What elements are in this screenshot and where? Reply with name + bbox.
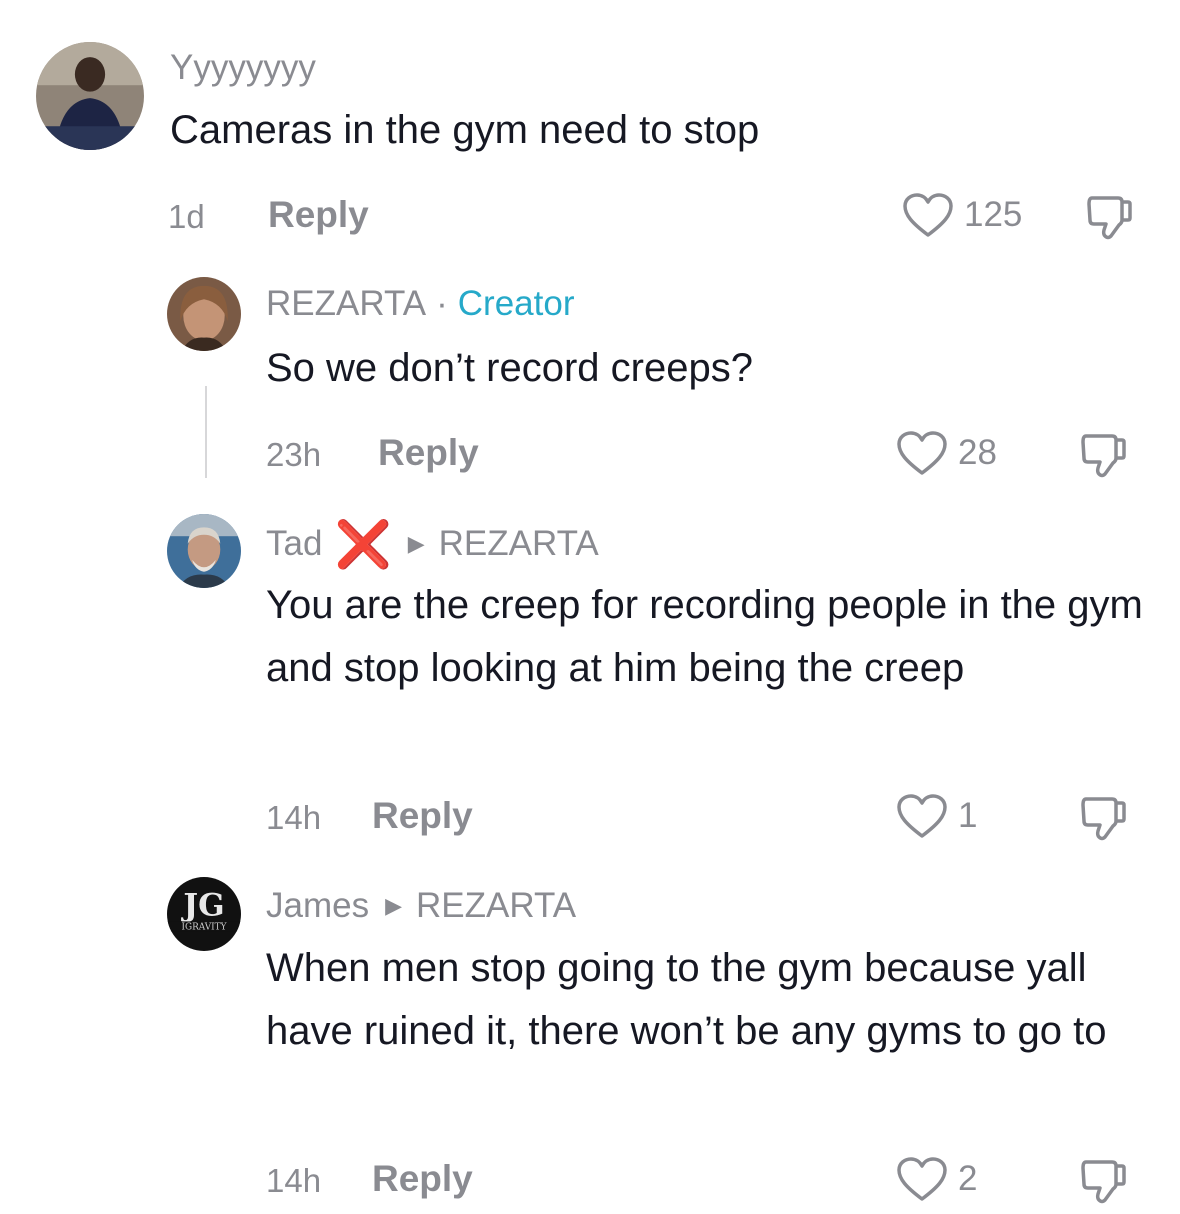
like-count: 2: [958, 1159, 978, 1198]
avatar-image: [36, 42, 144, 150]
comment-text: When men stop going to the gym because y…: [266, 946, 1107, 1053]
heart-outline-icon: [897, 1157, 947, 1201]
triangle-right-icon: ▶: [407, 531, 425, 556]
timestamp: 14h: [266, 1162, 322, 1199]
username[interactable]: Tad ❌ ▶ REZARTA: [266, 521, 599, 567]
thread-line: [205, 386, 207, 478]
creator-badge: Creator: [457, 284, 575, 323]
username[interactable]: Yyyyyyyy: [170, 48, 316, 88]
thumbs-down-icon[interactable]: [1084, 192, 1134, 242]
avatar[interactable]: [36, 42, 144, 150]
svg-text:JG: JG: [180, 887, 224, 923]
reply-button[interactable]: Reply: [372, 795, 473, 837]
heart-outline-icon: [903, 193, 953, 237]
reply-button[interactable]: Reply: [378, 432, 479, 474]
separator-dot: ·: [436, 284, 448, 323]
reply-to-username[interactable]: REZARTA: [439, 524, 599, 564]
red-x-emoji: ❌: [334, 518, 392, 570]
like-button[interactable]: 1: [896, 793, 977, 839]
comment-text: You are the creep for recording people i…: [266, 583, 1143, 690]
comment-text: Cameras in the gym need to stop: [170, 108, 760, 152]
avatar-image: [167, 277, 241, 351]
like-count: 125: [964, 195, 1023, 234]
avatar-image: [167, 514, 241, 588]
avatar-image: JG IGRAVITY: [167, 877, 241, 951]
comment-text: So we don’t record creeps?: [266, 346, 753, 390]
heart-outline-icon: [897, 431, 947, 475]
svg-text:IGRAVITY: IGRAVITY: [182, 923, 227, 933]
timestamp: 1d: [168, 198, 205, 235]
thumbs-down-icon[interactable]: [1078, 1156, 1128, 1206]
like-button[interactable]: 28: [896, 430, 997, 476]
like-button[interactable]: 2: [896, 1156, 977, 1202]
thumbs-down-icon[interactable]: [1078, 430, 1128, 480]
thumbs-down-icon[interactable]: [1078, 793, 1128, 843]
timestamp: 14h: [266, 799, 322, 836]
avatar[interactable]: [167, 277, 241, 351]
like-count: 28: [958, 433, 997, 472]
triangle-right-icon: ▶: [385, 893, 403, 918]
avatar[interactable]: JG IGRAVITY: [167, 877, 241, 951]
reply-to-username[interactable]: REZARTA: [416, 886, 576, 926]
timestamp: 23h: [266, 436, 322, 473]
username[interactable]: REZARTA · Creator: [266, 284, 575, 324]
avatar[interactable]: [167, 514, 241, 588]
like-count: 1: [958, 796, 978, 835]
reply-button[interactable]: Reply: [372, 1158, 473, 1200]
like-button[interactable]: 125: [902, 192, 1022, 238]
reply-button[interactable]: Reply: [268, 194, 369, 236]
heart-outline-icon: [897, 794, 947, 838]
username[interactable]: James ▶ REZARTA: [266, 886, 576, 926]
